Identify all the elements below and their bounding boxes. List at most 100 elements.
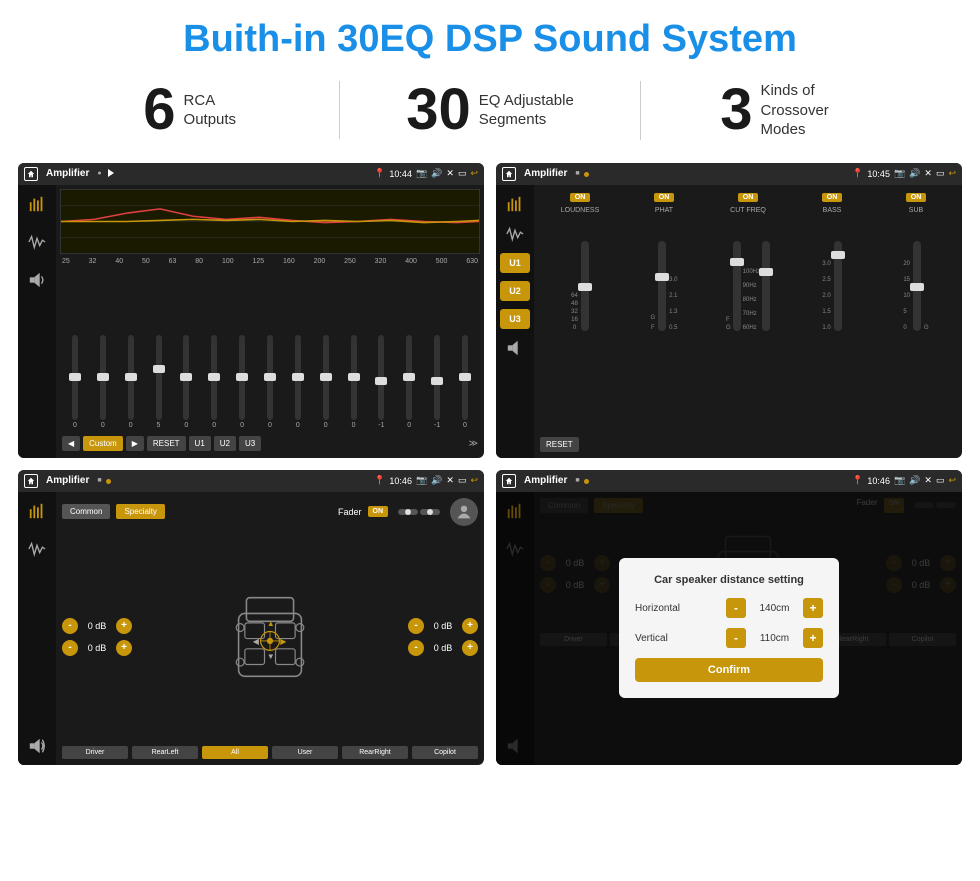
db-plus-0[interactable]: + (116, 618, 132, 634)
back-icon-4[interactable]: ↩ (948, 475, 956, 486)
eq-slider-14[interactable]: 0 (452, 335, 478, 429)
horizontal-plus-btn[interactable]: + (803, 598, 823, 618)
u2-channel-btn[interactable]: U2 (500, 281, 530, 301)
screen-eq: Amplifier ● 📍 10:44 📷 🔊 ✕ ▭ ↩ (18, 163, 484, 458)
rearright-btn[interactable]: RearRight (342, 746, 408, 759)
fader-side-icons (18, 492, 56, 765)
stat-eq-number: 30 (406, 81, 471, 139)
common-tab[interactable]: Common (62, 504, 110, 519)
eq-next-btn[interactable]: ▶ (126, 436, 144, 451)
screen-distance: Amplifier ■ 📍 10:46 📷 🔊 ✕ ▭ ↩ (496, 470, 962, 765)
status-bar-2: Amplifier ■ 📍 10:45 📷 🔊 ✕ ▭ ↩ (496, 163, 962, 185)
horizontal-minus-btn[interactable]: - (726, 598, 746, 618)
eq-slider-0[interactable]: 0 (62, 335, 88, 429)
phat-toggle[interactable]: ON (654, 193, 675, 202)
db-minus-1[interactable]: - (62, 640, 78, 656)
fader-toggle[interactable]: ON (368, 506, 389, 517)
confirm-button[interactable]: Confirm (635, 658, 823, 682)
eq-slider-8[interactable]: 0 (285, 335, 311, 429)
home-icon-3[interactable] (24, 474, 38, 488)
vertical-minus-btn[interactable]: - (726, 628, 746, 648)
eq-preset-btn[interactable]: Custom (83, 436, 123, 451)
eq-reset-btn[interactable]: RESET (147, 436, 186, 451)
db-val-1: 0 dB (82, 643, 112, 653)
time-3: 10:46 (389, 476, 412, 486)
vertical-stepper: - 110cm + (726, 628, 823, 648)
sub-slider[interactable] (913, 241, 921, 331)
waveform-icon-3[interactable] (24, 538, 50, 560)
vertical-plus-btn[interactable]: + (803, 628, 823, 648)
screen-fader: Amplifier ■ 📍 10:46 📷 🔊 ✕ ▭ ↩ (18, 470, 484, 765)
sub-toggle[interactable]: ON (906, 193, 927, 202)
home-icon[interactable] (24, 167, 38, 181)
all-btn[interactable]: All (202, 746, 268, 759)
db-plus-2[interactable]: + (462, 618, 478, 634)
home-icon-4[interactable] (502, 474, 516, 488)
equalizer-icon[interactable] (24, 193, 50, 215)
active-dot-4 (584, 476, 589, 486)
phat-slider[interactable] (658, 241, 666, 331)
eq-slider-1[interactable]: 0 (90, 335, 116, 429)
db-row-0: - 0 dB + (62, 618, 132, 634)
db-plus-3[interactable]: + (462, 640, 478, 656)
eq-u3-btn[interactable]: U3 (239, 436, 261, 451)
loudness-toggle[interactable]: ON (570, 193, 591, 202)
stat-crossover-number: 3 (720, 81, 752, 139)
back-icon[interactable]: ↩ (470, 168, 478, 179)
eq-u1-btn[interactable]: U1 (189, 436, 211, 451)
speaker-icon[interactable] (24, 269, 50, 291)
user-btn[interactable]: User (272, 746, 338, 759)
eq-slider-12[interactable]: 0 (396, 335, 422, 429)
cutfreq-slider-2[interactable] (762, 241, 770, 331)
db-minus-3[interactable]: - (408, 640, 424, 656)
bass-toggle[interactable]: ON (822, 193, 843, 202)
speaker-icon-3[interactable] (24, 735, 50, 757)
eq-slider-6[interactable]: 0 (229, 335, 255, 429)
back-icon-3[interactable]: ↩ (470, 475, 478, 486)
speaker-icon-2[interactable] (502, 337, 528, 359)
eq-expand-icon[interactable]: ≫ (469, 438, 478, 449)
rearleft-btn[interactable]: RearLeft (132, 746, 198, 759)
waveform-icon-2[interactable] (502, 223, 528, 245)
u1-channel-btn[interactable]: U1 (500, 253, 530, 273)
eq-slider-10[interactable]: 0 (341, 335, 367, 429)
eq-slider-5[interactable]: 0 (201, 335, 227, 429)
cutfreq-toggle[interactable]: ON (738, 193, 759, 202)
u3-channel-btn[interactable]: U3 (500, 309, 530, 329)
app-title-3: Amplifier (46, 475, 89, 486)
svg-text:▶: ▶ (280, 637, 287, 646)
eq-prev-btn[interactable]: ◀ (62, 436, 80, 451)
bass-slider[interactable] (834, 241, 842, 331)
eq-slider-9[interactable]: 0 (313, 335, 339, 429)
fader-label: Fader (338, 507, 362, 517)
loudness-slider[interactable] (581, 241, 589, 331)
crossover-reset-btn[interactable]: RESET (540, 437, 579, 452)
cutfreq-slider-1[interactable] (733, 241, 741, 331)
eq-u2-btn[interactable]: U2 (214, 436, 236, 451)
eq-slider-7[interactable]: 0 (257, 335, 283, 429)
location-icon-3: 📍 (374, 475, 385, 486)
driver-btn[interactable]: Driver (62, 746, 128, 759)
eq-icon-3[interactable] (24, 500, 50, 522)
eq-slider-13[interactable]: -1 (424, 335, 450, 429)
db-plus-1[interactable]: + (116, 640, 132, 656)
horizontal-label: Horizontal (635, 603, 695, 614)
eq-slider-3[interactable]: 5 (146, 335, 172, 429)
back-icon-2[interactable]: ↩ (948, 168, 956, 179)
stat-eq: 30 EQ Adjustable Segments (339, 81, 639, 139)
db-minus-0[interactable]: - (62, 618, 78, 634)
stat-crossover-text: Kinds of Crossover Modes (760, 81, 860, 140)
person-icon-btn[interactable] (450, 498, 478, 526)
copilot-btn[interactable]: Copilot (412, 746, 478, 759)
specialty-tab[interactable]: Specialty (116, 504, 164, 519)
db-minus-2[interactable]: - (408, 618, 424, 634)
waveform-icon[interactable] (24, 231, 50, 253)
eq-slider-2[interactable]: 0 (118, 335, 144, 429)
eq-slider-11[interactable]: -1 (368, 335, 394, 429)
home-icon-2[interactable] (502, 167, 516, 181)
close-icon-4: ✕ (924, 475, 932, 486)
db-row-1: - 0 dB + (62, 640, 132, 656)
loudness-label: LOUDNESS (561, 207, 600, 214)
eq-icon-2[interactable] (502, 193, 528, 215)
eq-slider-4[interactable]: 0 (173, 335, 199, 429)
